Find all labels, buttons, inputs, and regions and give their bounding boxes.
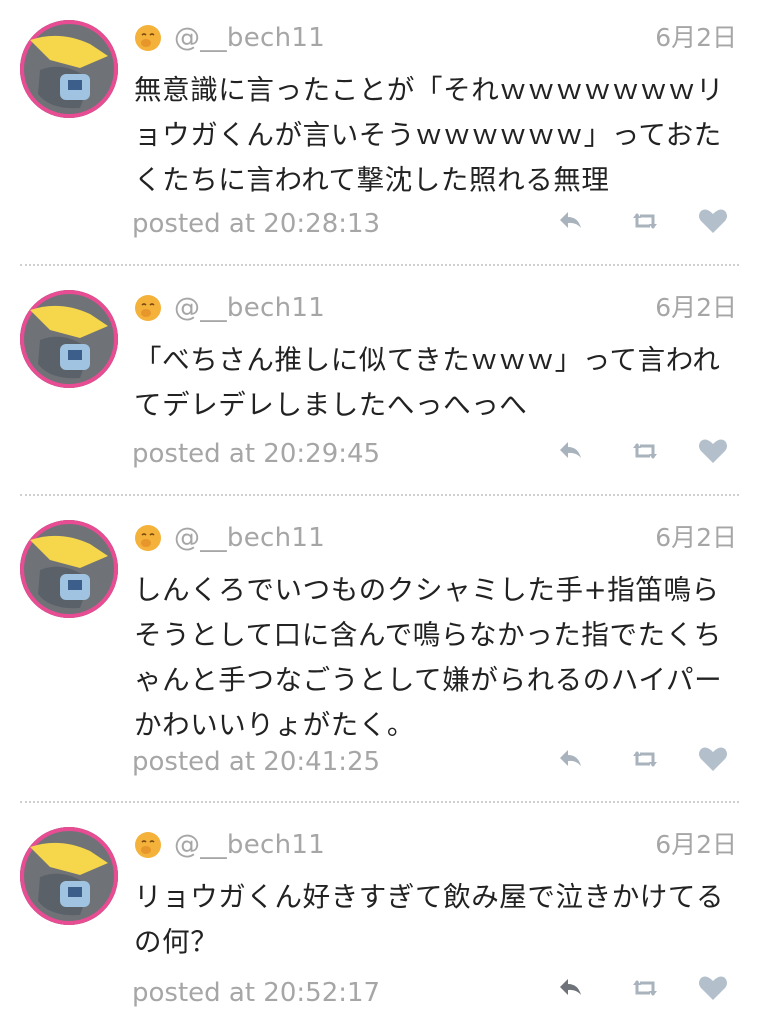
tweet-feed: @__bech11 6月2日 無意識に言ったことが「それｗｗｗｗｗｗｗリョウガく… <box>0 0 759 1024</box>
retweet-icon[interactable] <box>628 742 662 776</box>
tweet-header: @__bech11 6月2日 <box>134 290 737 330</box>
divider <box>20 264 739 266</box>
tweet-actions <box>554 971 734 1005</box>
reply-icon[interactable] <box>554 742 588 776</box>
retweet-icon[interactable] <box>628 204 662 238</box>
avatar[interactable] <box>20 20 118 118</box>
smiling-face-icon <box>135 295 161 321</box>
avatar[interactable] <box>20 827 118 925</box>
heart-icon[interactable] <box>696 434 730 468</box>
user-handle[interactable]: @__bech11 <box>174 292 325 324</box>
posted-time: posted at 20:52:17 <box>132 978 381 1008</box>
avatar-image <box>20 520 118 618</box>
tweet-date: 6月2日 <box>655 830 737 859</box>
divider <box>20 494 739 496</box>
smiling-face-icon <box>135 525 161 551</box>
tweet-header: @__bech11 6月2日 <box>134 520 737 560</box>
divider <box>20 801 739 803</box>
heart-icon[interactable] <box>696 204 730 238</box>
posted-time: posted at 20:41:25 <box>132 747 381 777</box>
tweet-text: しんくろでいつものクシャミした手+指笛鳴らそうとして口に含んで鳴らなかった指でた… <box>134 574 723 741</box>
smiling-face-icon <box>135 25 161 51</box>
tweet-actions <box>554 204 734 238</box>
avatar[interactable] <box>20 520 118 618</box>
posted-time: posted at 20:28:13 <box>132 209 381 239</box>
avatar-image <box>20 827 118 925</box>
tweet-text: リョウガくん好きすぎて飲み屋で泣きかけてるの何？ <box>134 881 725 958</box>
avatar-image <box>20 290 118 388</box>
tweet-actions <box>554 742 734 776</box>
tweet-date: 6月2日 <box>655 523 737 552</box>
user-handle[interactable]: @__bech11 <box>174 522 325 554</box>
reply-icon[interactable] <box>554 204 588 238</box>
retweet-icon[interactable] <box>628 434 662 468</box>
heart-icon[interactable] <box>696 971 730 1005</box>
heart-icon[interactable] <box>696 742 730 776</box>
retweet-icon[interactable] <box>628 971 662 1005</box>
tweet-text: 無意識に言ったことが「それｗｗｗｗｗｗｗリョウガくんが言いそうｗｗｗｗｗｗ」って… <box>134 74 725 196</box>
tweet-header: @__bech11 6月2日 <box>134 827 737 867</box>
smiling-face-icon <box>135 832 161 858</box>
posted-time: posted at 20:29:45 <box>132 439 381 469</box>
reply-icon[interactable] <box>554 434 588 468</box>
avatar[interactable] <box>20 290 118 388</box>
user-handle[interactable]: @__bech11 <box>174 829 325 861</box>
tweet-date: 6月2日 <box>655 23 737 52</box>
user-handle[interactable]: @__bech11 <box>174 22 325 54</box>
avatar-image <box>20 20 118 118</box>
reply-icon[interactable] <box>554 971 588 1005</box>
tweet-text: 「べちさん推しに似てきたｗｗｗ」って言われてデレデレしましたへっへっへ <box>134 344 721 421</box>
tweet-header: @__bech11 6月2日 <box>134 20 737 60</box>
tweet-date: 6月2日 <box>655 293 737 322</box>
tweet-actions <box>554 434 734 468</box>
